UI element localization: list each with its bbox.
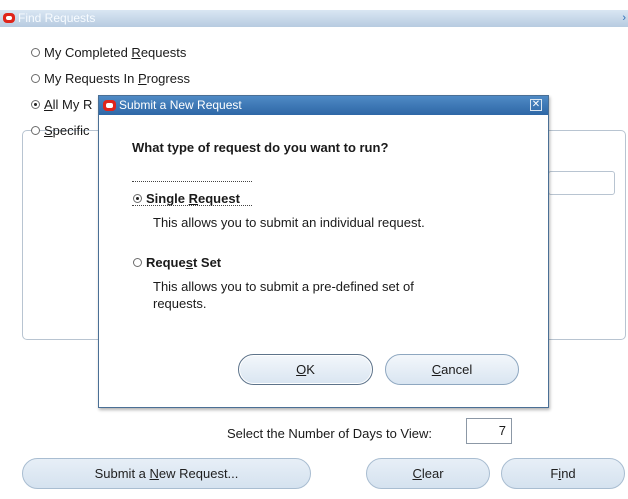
submit-new-request-dialog: Submit a New Request ✕ What type of requ… [98,95,549,408]
single-request-description: This allows you to submit an individual … [153,215,425,230]
dialog-title: Submit a New Request [119,98,242,112]
window-title: Find Requests [18,11,96,25]
radio-icon[interactable] [31,48,40,57]
oracle-logo-icon [103,100,116,111]
oracle-logo-icon [3,13,15,23]
days-to-view-label: Select the Number of Days to View: [227,426,432,441]
dialog-title-bar: Submit a New Request ✕ [99,96,548,115]
radio-specific-requests[interactable]: Specific [31,122,90,140]
submit-new-request-button[interactable]: Submit a New Request... [22,458,311,489]
cancel-button[interactable]: Cancel [385,354,519,385]
radio-icon[interactable] [31,74,40,83]
radio-icon[interactable] [133,258,142,267]
close-icon[interactable]: ✕ [530,99,542,111]
radio-checked-icon[interactable] [31,100,40,109]
specific-request-field[interactable] [548,171,615,195]
radio-checked-icon[interactable] [133,194,142,203]
dialog-question: What type of request do you want to run? [132,140,389,155]
request-set-description: This allows you to submit a pre-defined … [153,279,414,311]
radio-icon[interactable] [31,126,40,135]
days-to-view-input[interactable]: 7 [466,418,512,444]
title-arrow-icon[interactable]: › [622,10,626,27]
window-title-bar: Find Requests › [0,10,628,27]
find-button[interactable]: Find [501,458,625,489]
ok-button[interactable]: OK [238,354,373,385]
clear-button[interactable]: Clear [366,458,490,489]
